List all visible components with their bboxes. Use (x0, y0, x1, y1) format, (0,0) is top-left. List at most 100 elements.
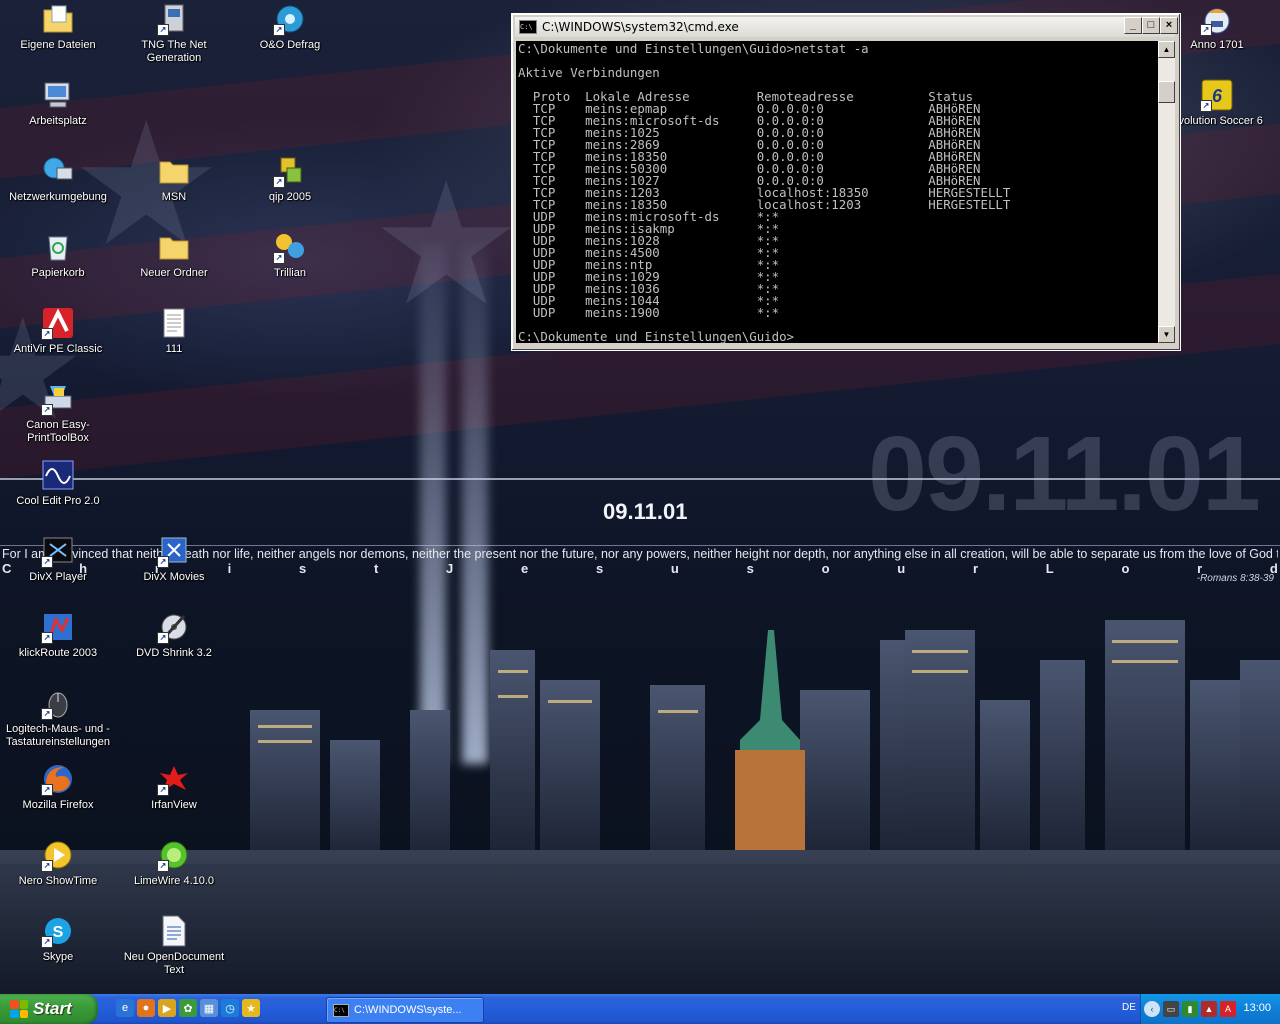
desktop-icon-label: Papierkorb (31, 267, 85, 279)
minimize-button[interactable]: _ (1124, 17, 1142, 34)
desktop-icon-label: AntiVir PE Classic (13, 343, 103, 355)
desktop-icon-111[interactable]: 111 (116, 306, 232, 356)
desktop-icon-label: Neuer Ordner (140, 267, 208, 279)
star-quicklaunch-icon[interactable]: ★ (242, 999, 260, 1017)
desktop-icon-divx-movies[interactable]: ↗ DivX Movies (116, 534, 232, 584)
desktop-icon-label: Arbeitsplatz (29, 115, 87, 127)
close-button[interactable]: × (1160, 17, 1178, 34)
desktop-icon-label: TNG The Net Generation (141, 39, 207, 64)
maximize-button[interactable]: □ (1142, 17, 1160, 34)
system-tray: ‹ ▭ ▮ ▲ A 13:00 (1140, 994, 1280, 1024)
desktop-icon-oo-defrag[interactable]: ↗ O&O Defrag (232, 2, 348, 52)
start-button[interactable]: Start (0, 994, 98, 1024)
defrag-icon: ↗ (273, 2, 307, 36)
desktop-icon-neuer-ordner[interactable]: Neuer Ordner (116, 230, 232, 280)
firefox-icon: ↗ (41, 762, 75, 796)
anno-icon: ↗ (1200, 2, 1234, 36)
verse-letter: J (446, 561, 454, 576)
tray-antivir-icon[interactable]: A (1220, 1001, 1236, 1017)
console-output-area[interactable]: C:\Dokumente und Einstellungen\Guido>net… (516, 41, 1158, 343)
start-label: Start (33, 999, 72, 1018)
messenger-icon[interactable]: ✿ (179, 999, 197, 1017)
verse-letter: u (897, 561, 906, 576)
desktop-icon-label: Neu OpenDocument Text (123, 951, 225, 976)
qip-icon: ↗ (273, 154, 307, 188)
printer-toolbox-icon: ↗ (41, 382, 75, 416)
desktop-icon-label: Trillian (274, 267, 306, 279)
desktop-icon-skype[interactable]: S ↗ Skype (0, 914, 116, 964)
clock-app-icon[interactable]: ◷ (221, 999, 239, 1017)
media-player-icon[interactable]: ▶ (158, 999, 176, 1017)
vertical-scrollbar[interactable]: ▲ ▼ (1158, 41, 1175, 343)
show-desktop-icon[interactable]: ▦ (200, 999, 218, 1017)
desktop-icon-logitech[interactable]: ↗ Logitech-Maus- und -Tastatureinstellun… (0, 686, 116, 749)
desktop-icon-nero-showtime[interactable]: ↗ Nero ShowTime (0, 838, 116, 888)
dvd-shrink-icon: ↗ (157, 610, 191, 644)
desktop-icon-limewire[interactable]: ↗ LimeWire 4.10.0 (116, 838, 232, 888)
desktop-icon-divx-player[interactable]: ↗ DivX Player (0, 534, 116, 584)
desktop-icon-label: klickRoute 2003 (18, 647, 98, 659)
quick-launch-bar: e ● ▶ ✿ ▦ ◷ ★ (116, 999, 260, 1017)
tray-network-icon[interactable]: ▭ (1163, 1001, 1179, 1017)
tray-expand-icon[interactable]: ‹ (1144, 1001, 1160, 1017)
irfanview-icon: ↗ (157, 762, 191, 796)
cmd-title-text: C:\WINDOWS\system32\cmd.exe (542, 20, 739, 34)
folder-icon (157, 230, 191, 264)
cmd-window[interactable]: C:\ C:\WINDOWS\system32\cmd.exe _ □ × C:… (511, 13, 1181, 351)
taskbar-button-cmd[interactable]: C:\ C:\WINDOWS\syste... (326, 997, 484, 1023)
recycle-bin-icon (41, 230, 75, 264)
logitech-icon: ↗ (41, 686, 75, 720)
desktop-icon-firefox[interactable]: ↗ Mozilla Firefox (0, 762, 116, 812)
desktop-icon-label: Nero ShowTime (18, 875, 98, 887)
verse-letter: s (595, 561, 604, 576)
desktop-icon-label: qip 2005 (268, 191, 312, 203)
console-text: C:\Dokumente und Einstellungen\Guido>net… (518, 41, 1011, 343)
desktop-icon-cool-edit[interactable]: Cool Edit Pro 2.0 (0, 458, 116, 508)
folder-documents-icon (41, 2, 75, 36)
verse-letter: o (1121, 561, 1130, 576)
divx-player-icon: ↗ (41, 534, 75, 568)
firefox-quicklaunch-icon[interactable]: ● (137, 999, 155, 1017)
desktop-icon-label: O&O Defrag (259, 39, 321, 51)
desktop-icon-label: Mozilla Firefox (22, 799, 94, 811)
console-icon: C:\ (519, 20, 537, 34)
scroll-up-button[interactable]: ▲ (1158, 41, 1175, 58)
verse-letter: u (670, 561, 679, 576)
desktop-icon-netzwerkumgebung[interactable]: Netzwerkumgebung (0, 154, 116, 204)
desktop-icon-arbeitsplatz[interactable]: Arbeitsplatz (0, 78, 116, 128)
desktop-icon-tng[interactable]: ↗ TNG The Net Generation (116, 2, 232, 65)
desktop-icon-trillian[interactable]: ↗ Trillian (232, 230, 348, 280)
tray-alert-icon[interactable]: ▲ (1201, 1001, 1217, 1017)
desktop-icon-papierkorb[interactable]: Papierkorb (0, 230, 116, 280)
cmd-title-bar[interactable]: C:\ C:\WINDOWS\system32\cmd.exe (515, 17, 1175, 37)
console-icon: C:\ (333, 1003, 349, 1017)
desktop-icon-irfanview[interactable]: ↗ IrfanView (116, 762, 232, 812)
desktop-icon-dvd-shrink[interactable]: ↗ DVD Shrink 3.2 (116, 610, 232, 660)
desktop-icon-qip[interactable]: ↗ qip 2005 (232, 154, 348, 204)
opendocument-icon (157, 914, 191, 948)
scroll-down-button[interactable]: ▼ (1158, 326, 1175, 343)
cool-edit-icon (41, 458, 75, 492)
desktop-icon-label: 111 (165, 343, 183, 355)
my-computer-icon (41, 78, 75, 112)
internet-explorer-icon[interactable]: e (116, 999, 134, 1017)
network-computer-icon: ↗ (157, 2, 191, 36)
desktop-icon-label: Canon Easy-PrintToolBox (26, 419, 90, 444)
desktop-icon-canon[interactable]: ↗ Canon Easy-PrintToolBox (0, 382, 116, 445)
desktop-icon-eigene-dateien[interactable]: Eigene Dateien (0, 2, 116, 52)
tray-app-icon[interactable]: ▮ (1182, 1001, 1198, 1017)
wallpaper-date-small: 09.11.01 (603, 499, 688, 524)
wallpaper-divider (0, 478, 1280, 480)
desktop-icon-klickroute[interactable]: ↗ klickRoute 2003 (0, 610, 116, 660)
desktop-icon-label: Netzwerkumgebung (9, 191, 107, 203)
scrollbar-thumb[interactable] (1158, 81, 1175, 103)
desktop-icon-antivir[interactable]: ↗ AntiVir PE Classic (0, 306, 116, 356)
desktop-icon-opendocument[interactable]: Neu OpenDocument Text (116, 914, 232, 977)
desktop-icon-msn[interactable]: MSN (116, 154, 232, 204)
verse-letter: e (520, 561, 529, 576)
language-indicator[interactable]: DE (1122, 1002, 1136, 1013)
taskbar: Start e ● ▶ ✿ ▦ ◷ ★ C:\ C:\WINDOWS\syste… (0, 994, 1280, 1024)
wallpaper-verse-reference: -Romans 8:38-39 (1196, 573, 1274, 584)
desktop-icon-label: DivX Player (29, 571, 87, 583)
desktop-icon-label: MSN (161, 191, 187, 203)
